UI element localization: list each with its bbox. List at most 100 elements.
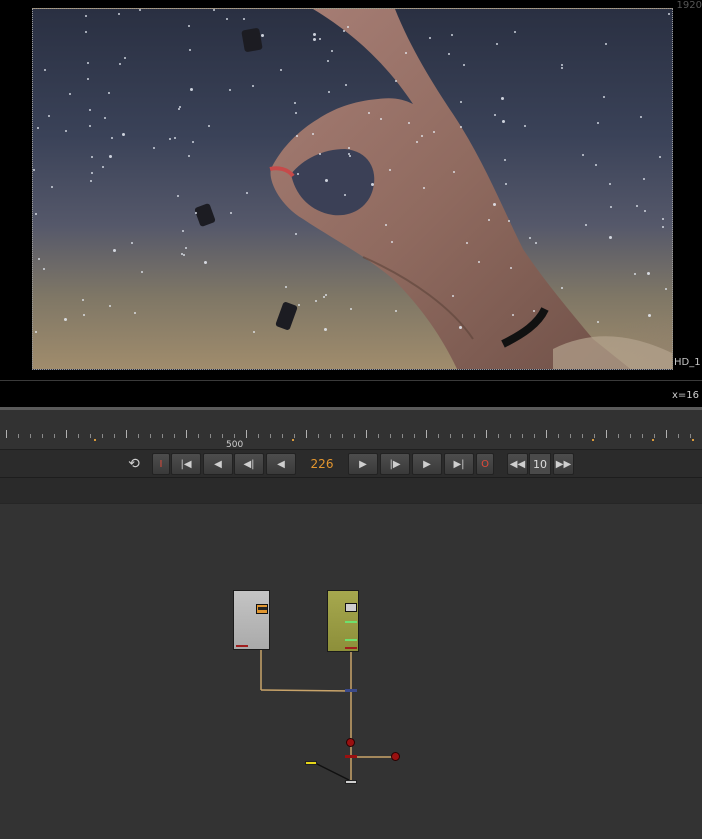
- grade-node[interactable]: [327, 590, 359, 652]
- ruler-tick: [534, 434, 535, 438]
- resolution-label: 1920: [676, 0, 702, 11]
- set-out-point-button[interactable]: O: [476, 453, 494, 475]
- star: [104, 117, 106, 119]
- ruler-tick: [354, 434, 355, 438]
- star: [512, 314, 514, 316]
- frame-step-field[interactable]: 10: [529, 453, 551, 475]
- star: [178, 108, 180, 110]
- current-frame-field[interactable]: 226: [300, 453, 344, 475]
- frame-ruler[interactable]: [0, 426, 702, 441]
- viewer-image[interactable]: [32, 8, 673, 370]
- read-node-indicator: [236, 645, 248, 647]
- ruler-tick: [450, 434, 451, 438]
- star: [665, 288, 667, 290]
- step-back-button[interactable]: ◀|: [234, 453, 264, 475]
- star: [493, 203, 496, 206]
- star: [395, 80, 397, 82]
- next-keyframe-button[interactable]: ▶: [412, 453, 442, 475]
- ruler-tick: [570, 434, 571, 438]
- star: [385, 224, 387, 226]
- star: [659, 156, 661, 158]
- star: [345, 84, 347, 86]
- skip-to-start-button[interactable]: |◀: [171, 453, 201, 475]
- play-forward-button[interactable]: ▶: [348, 453, 378, 475]
- node-graph[interactable]: [0, 504, 702, 839]
- star: [131, 242, 133, 244]
- ruler-tick: [114, 434, 115, 438]
- star: [33, 169, 35, 171]
- star: [561, 287, 563, 289]
- star: [87, 62, 89, 64]
- star: [298, 304, 300, 306]
- star: [325, 179, 328, 182]
- star: [408, 122, 410, 124]
- read-node-thumbnail: [256, 604, 268, 614]
- loop-mode-icon[interactable]: ⟲: [122, 454, 146, 474]
- output-pin[interactable]: [345, 780, 357, 784]
- star: [285, 286, 287, 288]
- star: [643, 178, 645, 180]
- read-node[interactable]: [233, 590, 270, 650]
- star: [108, 92, 110, 94]
- skip-to-end-button[interactable]: ▶|: [444, 453, 474, 475]
- star: [529, 237, 531, 239]
- mask-input-pin[interactable]: [305, 761, 317, 765]
- ruler-tick: [306, 430, 307, 438]
- panel-divider[interactable]: [0, 477, 702, 504]
- star: [195, 212, 197, 214]
- star: [181, 253, 183, 255]
- star: [429, 37, 431, 39]
- star: [153, 147, 155, 149]
- star: [494, 114, 496, 116]
- star: [603, 96, 605, 98]
- star: [295, 112, 297, 114]
- grade-node-channel-indicator: [345, 621, 357, 623]
- ruler-tick: [126, 430, 127, 438]
- dot-node[interactable]: [346, 738, 355, 747]
- fast-forward-icon: ▶▶: [555, 458, 572, 470]
- star: [91, 156, 93, 158]
- star: [183, 254, 185, 256]
- ruler-tick: [42, 434, 43, 438]
- ruler-tick: [258, 434, 259, 438]
- star: [315, 300, 317, 302]
- ruler-tick: [186, 430, 187, 438]
- grade-node-thumbnail: [345, 603, 357, 612]
- prev-keyframe-button[interactable]: ◀: [203, 453, 233, 475]
- star: [514, 31, 516, 33]
- timeline-ruler[interactable]: 500: [0, 407, 702, 450]
- star: [389, 169, 391, 171]
- star: [371, 183, 374, 186]
- step-back-icon: ◀|: [243, 458, 255, 470]
- star: [391, 241, 393, 243]
- star: [328, 91, 330, 93]
- star: [433, 131, 435, 133]
- step-forward-button[interactable]: |▶: [380, 453, 410, 475]
- rewind-button[interactable]: ◀◀: [507, 453, 528, 475]
- star: [230, 212, 232, 214]
- dot-node[interactable]: [391, 752, 400, 761]
- star: [189, 49, 191, 51]
- star: [502, 120, 505, 123]
- star: [294, 102, 296, 104]
- star: [37, 127, 39, 129]
- star: [124, 57, 126, 59]
- fast-forward-button[interactable]: ▶▶: [553, 453, 574, 475]
- star: [662, 226, 664, 228]
- star: [325, 294, 327, 296]
- star: [297, 173, 299, 175]
- format-label: HD_1: [674, 357, 701, 368]
- star: [448, 53, 450, 55]
- star: [323, 296, 325, 298]
- star: [319, 38, 321, 40]
- star: [35, 331, 37, 333]
- keyframe-marker: [292, 439, 294, 441]
- ruler-tick: [30, 434, 31, 438]
- star: [122, 133, 125, 136]
- set-in-point-button[interactable]: I: [152, 453, 170, 475]
- star: [421, 135, 423, 137]
- ruler-tick: [378, 434, 379, 438]
- star: [662, 218, 664, 220]
- star: [634, 273, 636, 275]
- play-backward-button[interactable]: ◀: [266, 453, 296, 475]
